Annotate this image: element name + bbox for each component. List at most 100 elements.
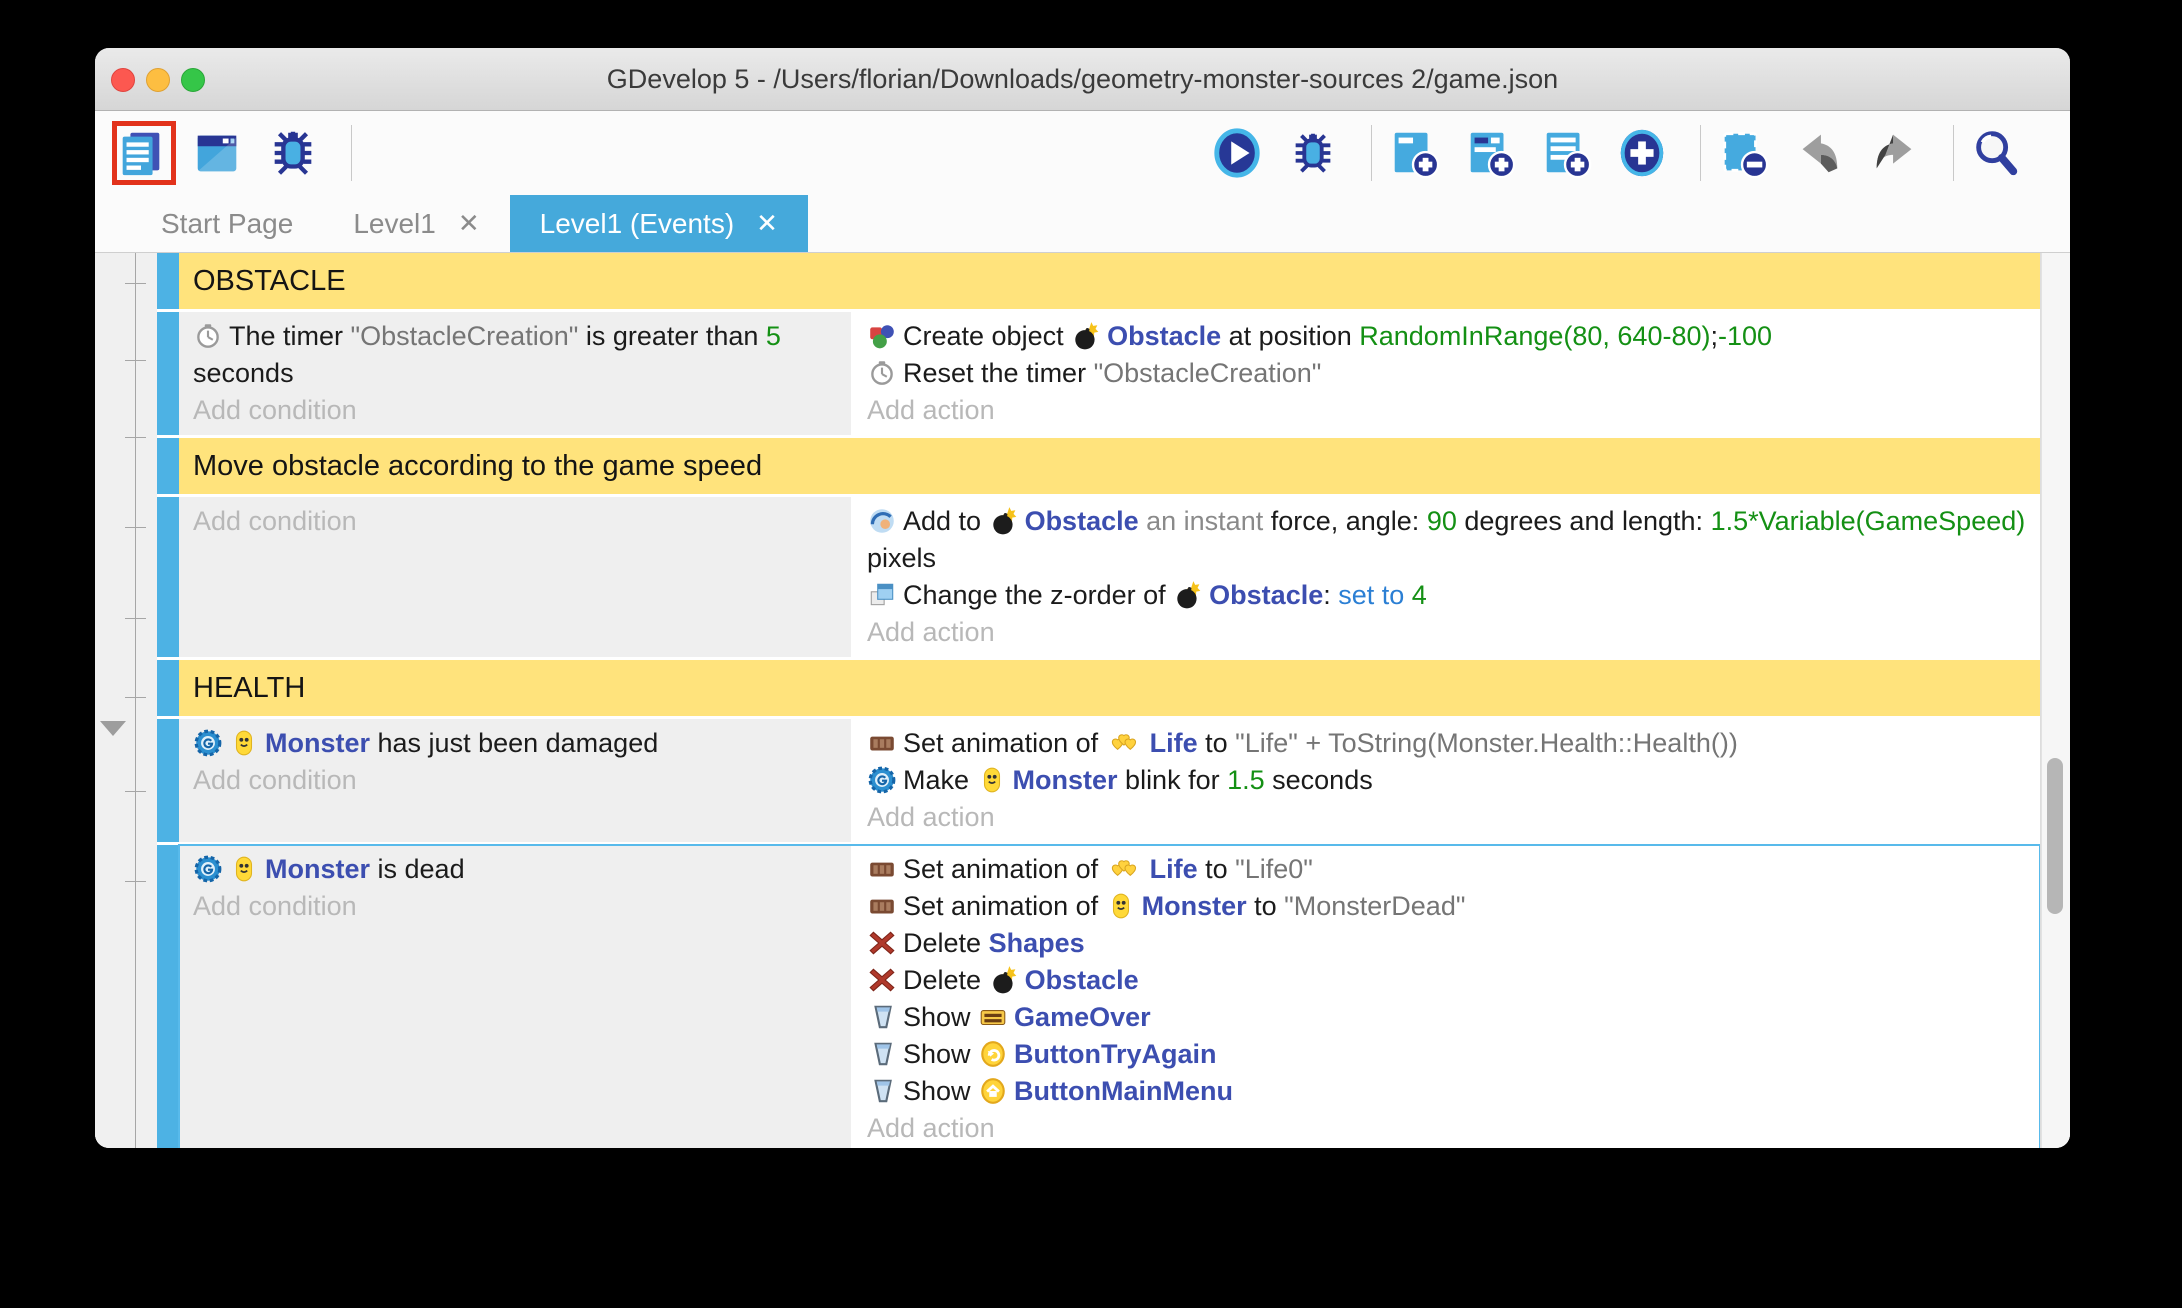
text-segment: RandomInRange(80, 640-80) — [1359, 321, 1711, 351]
minimize-window-button[interactable] — [146, 68, 170, 92]
actions-cell[interactable]: Create object Obstacle at position Rando… — [853, 312, 2040, 435]
text-segment: Life — [1149, 854, 1198, 884]
action-line[interactable]: Delete Shapes — [867, 925, 2026, 962]
tab-level1-events-[interactable]: Level1 (Events) ✕ — [509, 195, 808, 252]
monster-icon — [977, 762, 1013, 799]
conditions-cell[interactable]: The timer "ObstacleCreation" is greater … — [179, 312, 853, 435]
conditions-cell[interactable]: Monster has just been damaged Add conditi… — [179, 719, 853, 842]
toolbar-divider — [1700, 125, 1701, 181]
toolbar-divider — [1953, 125, 1954, 181]
condition-line[interactable]: The timer "ObstacleCreation" is greater … — [193, 318, 837, 392]
text-segment: Set animation of — [903, 891, 1106, 921]
add-subevent-button[interactable] — [1466, 126, 1520, 180]
timer-icon — [193, 318, 229, 355]
window-title: GDevelop 5 - /Users/florian/Downloads/ge… — [606, 64, 1559, 94]
action-line[interactable]: Show ButtonMainMenu — [867, 1073, 2026, 1110]
action-line[interactable]: Show ButtonTryAgain — [867, 1036, 2026, 1073]
undo-button[interactable] — [1795, 126, 1849, 180]
group-header-label[interactable]: Move obstacle according to the game spee… — [179, 438, 2040, 494]
group-header-row: HEALTH — [157, 660, 2040, 716]
debugger-button[interactable] — [269, 126, 323, 180]
search-button[interactable] — [1972, 126, 2026, 180]
text-segment: to — [1197, 728, 1236, 758]
text-segment: to — [1197, 854, 1236, 884]
redo-button[interactable] — [1871, 126, 1925, 180]
scrollbar-thumb[interactable] — [2047, 758, 2063, 914]
add-condition-link[interactable]: Add condition — [193, 762, 837, 799]
action-line[interactable]: Reset the timer "ObstacleCreation" — [867, 355, 2026, 392]
traffic-lights — [111, 68, 205, 92]
vertical-scrollbar[interactable] — [2041, 253, 2070, 1148]
add-event-button[interactable] — [1390, 126, 1444, 180]
bomb-icon — [989, 503, 1025, 540]
group-header-label[interactable]: HEALTH — [179, 660, 2040, 716]
tab-start-page[interactable]: Start Page — [131, 195, 323, 252]
text-segment: Create object — [903, 321, 1072, 351]
actions-cell[interactable]: Set animation of Life to "Life" + ToStri… — [853, 719, 2040, 842]
toolbar-divider — [351, 125, 352, 181]
add-condition-link[interactable]: Add condition — [193, 392, 837, 429]
action-line[interactable]: Set animation of Monster to "MonsterDead… — [867, 888, 2026, 925]
gdevelop-badge-icon — [193, 851, 229, 888]
text-segment: Shapes — [988, 928, 1085, 958]
add-action-link[interactable]: Add action — [867, 614, 2026, 651]
tree-tick — [125, 881, 146, 882]
text-segment: 1.5*Variable(GameSpeed) — [1710, 506, 2026, 536]
zoom-window-button[interactable] — [181, 68, 205, 92]
conditions-cell[interactable]: Monster is dead Add condition — [179, 845, 853, 1148]
debug-preview-button[interactable] — [1289, 126, 1343, 180]
add-action-link[interactable]: Add action — [867, 1110, 2026, 1147]
collapse-arrow-icon[interactable] — [100, 721, 126, 736]
action-line[interactable]: Set animation of Life to "Life0" — [867, 851, 2026, 888]
text-segment: Life — [1149, 728, 1198, 758]
close-window-button[interactable] — [111, 68, 135, 92]
screenshot-background: GDevelop 5 - /Users/florian/Downloads/ge… — [0, 0, 2182, 1308]
action-line[interactable]: Set animation of Life to "Life" + ToStri… — [867, 725, 2026, 762]
delete-event-button[interactable] — [1719, 126, 1773, 180]
scene-editor-button[interactable] — [193, 126, 247, 180]
text-segment: Change the z-order of — [903, 580, 1174, 610]
actions-cell[interactable]: Add to Obstacle an instant force, angle:… — [853, 497, 2040, 657]
conditions-cell[interactable]: Add condition — [179, 497, 853, 657]
action-line[interactable]: Delete Obstacle — [867, 962, 2026, 999]
add-action-link[interactable]: Add action — [867, 392, 2026, 429]
toolbar — [95, 111, 2070, 195]
condition-line[interactable]: Monster is dead — [193, 851, 837, 888]
preview-play-button[interactable] — [1213, 126, 1267, 180]
delete-event-icon — [1716, 126, 1776, 180]
add-condition-link[interactable]: Add condition — [193, 503, 837, 540]
action-line[interactable]: Change the z-order of Obstacle: set to 4 — [867, 577, 2026, 614]
condition-line[interactable]: Monster has just been damaged — [193, 725, 837, 762]
action-line[interactable]: Show GameOver — [867, 999, 2026, 1036]
events-gutter — [95, 253, 157, 1148]
text-segment: "MonsterDead" — [1284, 891, 1466, 921]
add-comment-button[interactable] — [1542, 126, 1596, 180]
tab-level1[interactable]: Level1 ✕ — [323, 195, 509, 252]
close-tab-icon[interactable]: ✕ — [756, 208, 778, 239]
tree-tick — [125, 618, 146, 619]
add-subevent-icon — [1463, 126, 1523, 180]
events-sheet: OBSTACLE The timer "ObstacleCreation" is … — [95, 252, 2070, 1148]
timer-icon — [867, 355, 903, 392]
text-segment: -100 — [1718, 321, 1773, 351]
add-other-event-button[interactable] — [1618, 126, 1672, 180]
action-line[interactable]: Create object Obstacle at position Rando… — [867, 318, 2026, 355]
add-action-link[interactable]: Add action — [867, 799, 2026, 836]
action-line[interactable]: Add to Obstacle an instant force, angle:… — [867, 503, 2026, 577]
event-handle-strip — [157, 497, 179, 657]
text-segment: Obstacle — [1209, 580, 1324, 610]
project-manager-button[interactable] — [117, 126, 171, 180]
text-segment: ButtonMainMenu — [1014, 1076, 1233, 1106]
event-handle-strip — [157, 438, 179, 494]
tree-guide-line — [135, 253, 136, 1148]
text-segment: "ObstacleCreation" — [1093, 358, 1322, 388]
hearts-icon — [1106, 851, 1150, 888]
delete-icon — [867, 925, 903, 962]
text-segment: Add to — [903, 506, 989, 536]
group-header-label[interactable]: OBSTACLE — [179, 253, 2040, 309]
animation-icon — [867, 725, 903, 762]
actions-cell[interactable]: Set animation of Life to "Life0" Set anim… — [853, 845, 2040, 1148]
close-tab-icon[interactable]: ✕ — [458, 208, 480, 239]
action-line[interactable]: Make Monster blink for 1.5 seconds — [867, 762, 2026, 799]
add-condition-link[interactable]: Add condition — [193, 888, 837, 925]
